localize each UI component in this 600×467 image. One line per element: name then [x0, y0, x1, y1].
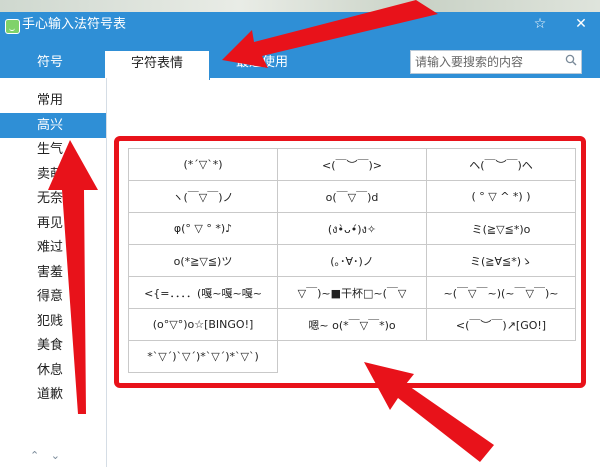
- scroll-up-icon[interactable]: ⌃: [30, 449, 39, 462]
- sidebar-item[interactable]: 再见: [0, 211, 106, 236]
- app-logo-icon: [5, 19, 20, 34]
- search-icon[interactable]: [565, 54, 577, 66]
- sidebar-item[interactable]: 得意: [0, 284, 106, 309]
- pin-icon[interactable]: ☆: [529, 13, 551, 35]
- tab-symbols[interactable]: 符号: [20, 50, 80, 78]
- window-title: 手心输入法符号表: [22, 17, 127, 32]
- sidebar-item[interactable]: 道歉: [0, 382, 106, 407]
- sidebar-item[interactable]: 休息: [0, 358, 106, 383]
- sidebar-item[interactable]: 卖萌: [0, 162, 106, 187]
- sidebar-scroll-controls[interactable]: ⌃ ⌄: [30, 449, 60, 462]
- sidebar-item[interactable]: 难过: [0, 235, 106, 260]
- tab-recent[interactable]: 最近使用: [222, 50, 302, 78]
- desktop-background: [0, 0, 600, 12]
- sidebar-item[interactable]: 害羞: [0, 260, 106, 285]
- scroll-down-icon[interactable]: ⌄: [51, 449, 60, 462]
- annotation-highlight-frame: [114, 136, 586, 388]
- sidebar-item[interactable]: 常用: [0, 88, 106, 113]
- tab-emoticons[interactable]: 字符表情: [104, 50, 210, 80]
- sidebar-item[interactable]: 无奈: [0, 186, 106, 211]
- search-box: [410, 50, 582, 74]
- search-input[interactable]: [411, 52, 559, 72]
- sidebar-item[interactable]: 犯贱: [0, 309, 106, 334]
- sidebar-item[interactable]: 高兴: [0, 112, 106, 138]
- sidebar-item[interactable]: 生气: [0, 137, 106, 162]
- close-icon[interactable]: ✕: [570, 13, 592, 35]
- sidebar-item[interactable]: 美食: [0, 333, 106, 358]
